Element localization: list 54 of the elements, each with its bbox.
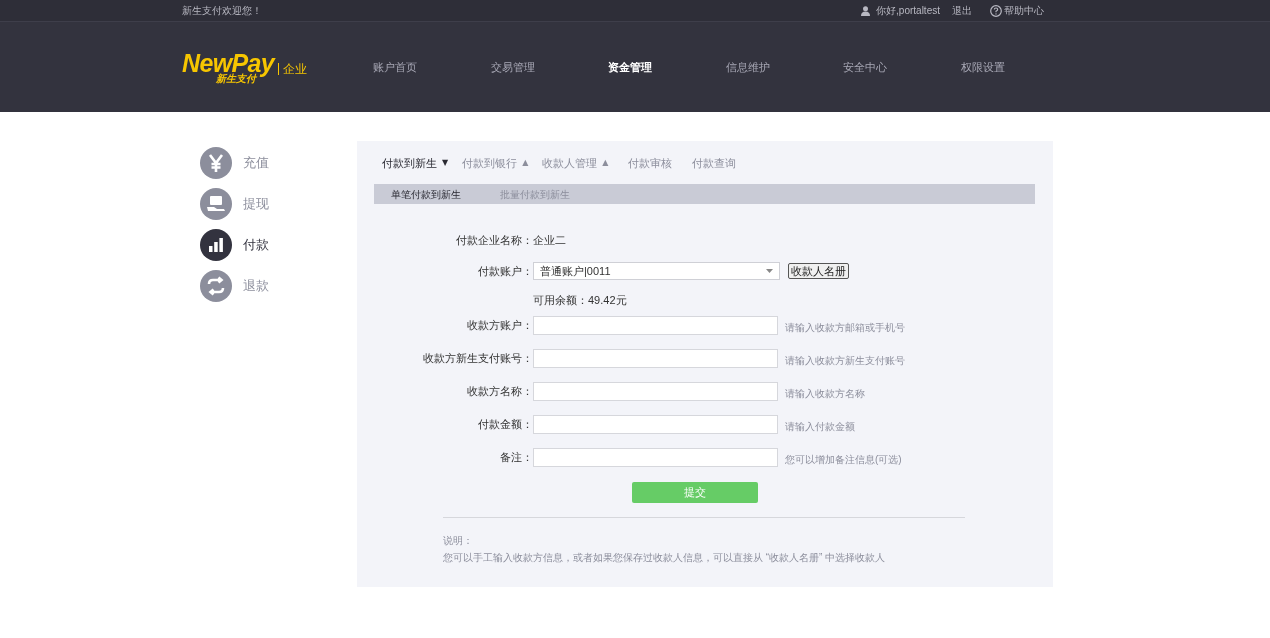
field-hint: 请输入收款方新生支付账号 (785, 354, 905, 368)
yen-icon (200, 147, 232, 179)
caret-icon: ▲ (522, 157, 529, 169)
field-hint: 请输入付款金额 (785, 420, 855, 434)
logo-tag: 企业 (278, 62, 308, 75)
logout-link[interactable]: 退出 (952, 3, 972, 18)
sidebar-item[interactable]: 充值 (243, 153, 269, 173)
subtab[interactable]: 单笔付款到新生 (391, 186, 461, 202)
tab[interactable]: 付款到银行 ▲ (462, 154, 529, 172)
nav-link[interactable]: 安全中心 (843, 58, 961, 76)
sidebar-item[interactable]: 提现 (243, 194, 269, 214)
dropdown-caret-icon (766, 269, 773, 273)
input-field[interactable] (533, 414, 778, 434)
caret-icon: ▲ (602, 157, 609, 169)
field-label: 收款方账户： (466, 317, 533, 333)
field-label: 付款金额： (477, 416, 533, 432)
tab[interactable]: 收款人管理 ▲ (542, 154, 609, 172)
field-hint: 请输入收款方名称 (785, 387, 865, 401)
field-label: 付款企业名称： (455, 232, 533, 248)
available-balance: 可用余额：49.42元 (533, 292, 627, 308)
nav-link[interactable]: 信息维护 (725, 58, 843, 76)
field-label: 付款账户： (477, 263, 533, 279)
nav-link[interactable]: 交易管理 (490, 58, 608, 76)
field-label: 收款方新生支付账号： (422, 350, 533, 366)
tab[interactable]: 付款审核 (628, 154, 673, 172)
user-greeting: 你好,portaltest (876, 4, 940, 18)
welcome-text: 新生支付欢迎您！ (182, 4, 262, 18)
notes-text: 您可以手工输入收款方信息，或者如果您保存过收款人信息，可以直接从 “收款人名册” 中选择收款人 (443, 551, 887, 565)
newpay-logo: NewPay 新生支付 (182, 50, 275, 84)
field-hint: 您可以增加备注信息(可选) (785, 453, 902, 467)
exchange-arrows-icon (200, 270, 232, 302)
caret-icon: ▼ (442, 157, 449, 169)
user-icon (861, 5, 871, 16)
input-field[interactable] (533, 447, 778, 467)
bar-chart-icon (200, 229, 232, 261)
field-label: 备注： (499, 449, 533, 465)
input-field[interactable] (533, 315, 778, 335)
tab[interactable]: 付款到新生 ▼ (382, 154, 449, 172)
tab[interactable]: 付款查询 (692, 154, 737, 172)
nav-link[interactable]: 账户首页 (373, 58, 491, 76)
help-link[interactable]: 帮助中心 (1004, 3, 1044, 18)
company-name: 企业二 (533, 232, 566, 248)
input-field[interactable] (533, 348, 778, 368)
notes-title: 说明： (443, 534, 474, 548)
field-hint: 请输入收款方邮箱或手机号 (785, 321, 905, 335)
nav-link[interactable]: 权限设置 (960, 58, 1078, 76)
sidebar-item[interactable]: 退款 (243, 276, 269, 296)
roster-button[interactable]: 收款人名册 (788, 263, 849, 279)
nav-link[interactable]: 资金管理 (608, 58, 726, 76)
input-field[interactable] (533, 381, 778, 401)
account-select[interactable]: 普通账户|0011 (533, 262, 780, 280)
field-label: 收款方名称： (466, 383, 533, 399)
help-icon[interactable] (990, 4, 1002, 17)
sidebar-item[interactable]: 付款 (243, 235, 269, 255)
